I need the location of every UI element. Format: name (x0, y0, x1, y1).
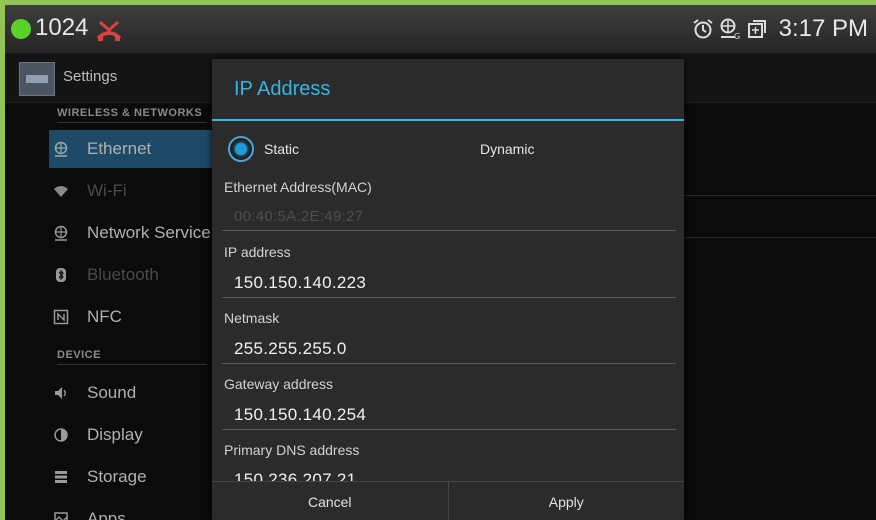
sidebar-item-label: Ethernet (87, 139, 152, 158)
sidebar-item-label: NFC (87, 307, 122, 326)
cancel-button[interactable]: Cancel (212, 482, 448, 520)
sidebar-item-network-service[interactable]: Network Service (49, 214, 212, 252)
missed-call-icon (96, 20, 122, 41)
ip-field-underline (222, 297, 676, 298)
wifi-icon (53, 183, 69, 199)
mac-field-divider (222, 230, 676, 231)
sidebar-item-label: Display (87, 425, 143, 444)
gateway-label: Gateway address (224, 376, 333, 392)
svg-text:G: G (734, 32, 740, 40)
netmask-label: Netmask (224, 310, 280, 326)
status-green-dot (11, 19, 31, 39)
sidebar-item-nfc[interactable]: NFC (49, 298, 212, 336)
status-right-group: G 3:17 PM (692, 14, 868, 44)
status-number: 1024 (35, 14, 89, 41)
section-header-device: DEVICE (57, 349, 207, 365)
storage-icon (53, 469, 69, 485)
radio-checked-dot (235, 143, 247, 155)
divider (684, 237, 876, 238)
gateway-input[interactable]: 150.150.140.254 (234, 405, 366, 425)
mac-address-label: Ethernet Address(MAC) (224, 179, 372, 195)
network-service-icon (53, 225, 69, 241)
sidebar-item-label: Storage (87, 467, 147, 486)
nfc-icon (53, 309, 69, 325)
sidebar-item-bluetooth[interactable]: Bluetooth (49, 256, 212, 294)
alarm-icon (693, 19, 713, 39)
dialog-button-bar: Cancel Apply (212, 481, 684, 520)
sidebar-item-label: Apps (87, 509, 126, 520)
status-time: 3:17 PM (778, 15, 868, 42)
radio-static-label: Static (264, 141, 300, 157)
dialog-title: IP Address (234, 78, 331, 100)
bluetooth-icon (53, 267, 69, 283)
sidebar-item-apps[interactable]: Apps (49, 500, 212, 520)
sidebar-item-wifi[interactable]: Wi-Fi (49, 172, 212, 210)
netmask-input[interactable]: 255.255.255.0 (234, 339, 347, 359)
settings-app-icon[interactable] (19, 62, 55, 96)
sidebar-item-label: Sound (87, 383, 137, 402)
ethernet-icon (53, 141, 69, 157)
sidebar-item-display[interactable]: Display (49, 416, 212, 454)
sound-icon (53, 385, 69, 401)
sidebar-item-label: Wi-Fi (87, 181, 127, 200)
ip-address-input[interactable]: 150.150.140.223 (234, 273, 366, 293)
netmask-field-underline (222, 363, 676, 364)
primary-dns-label: Primary DNS address (224, 442, 360, 458)
sidebar-item-sound[interactable]: Sound (49, 374, 212, 412)
display-icon (53, 427, 69, 443)
apply-button[interactable]: Apply (449, 482, 685, 520)
dialog-title-divider (212, 119, 684, 121)
apps-icon (53, 511, 69, 520)
ip-address-dialog: IP Address Static Dynamic Ethernet Addre… (212, 59, 684, 520)
sidebar-item-storage[interactable]: Storage (49, 458, 212, 496)
action-bar-title: Settings (63, 68, 118, 85)
radio-static[interactable]: Static (228, 129, 299, 169)
gateway-field-underline (222, 429, 676, 430)
divider (684, 195, 876, 196)
status-bar: 1024 G 3:17 PM (5, 5, 876, 54)
radio-dynamic[interactable]: Dynamic (480, 129, 534, 169)
sidebar-item-ethernet[interactable]: Ethernet (49, 130, 212, 168)
sidebar-item-label: Bluetooth (87, 265, 159, 284)
section-header-wireless: WIRELESS & NETWORKS (57, 107, 207, 123)
device-screen: 1024 G 3:17 PM Settings WIRELESS & NETWO… (5, 5, 876, 520)
sidebar-item-label: Network Service (87, 223, 211, 242)
ip-address-label: IP address (224, 244, 291, 260)
network-settings-icon: G (720, 18, 740, 40)
screenshot-icon (747, 20, 766, 38)
settings-sidebar: WIRELESS & NETWORKS Ethernet Wi-Fi Netwo… (5, 103, 212, 520)
mac-address-value: 00:40:5A:2E:49:27 (234, 208, 364, 225)
radio-static-button[interactable] (228, 136, 254, 162)
radio-dynamic-label: Dynamic (480, 141, 535, 157)
